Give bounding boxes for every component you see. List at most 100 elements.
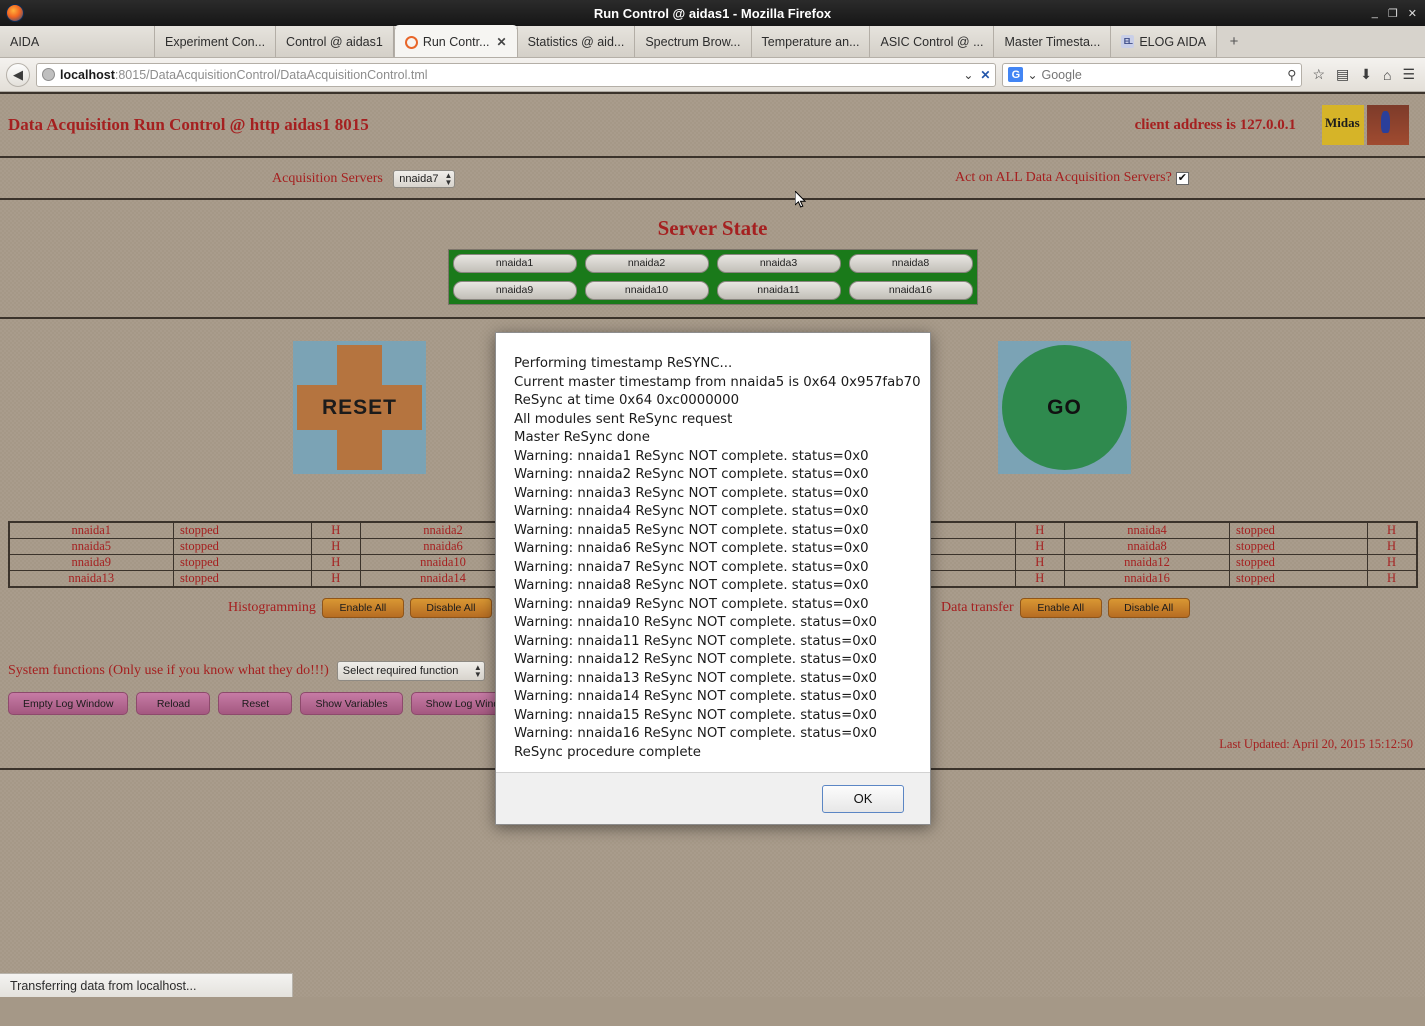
close-icon[interactable]: ✕ — [497, 35, 507, 49]
histogramming-enable-all-button[interactable]: Enable All — [322, 598, 404, 618]
dialog-line: Warning: nnaida10 ReSync NOT complete. s… — [514, 614, 930, 633]
firefox-icon — [405, 36, 418, 49]
node-state: stopped — [174, 522, 312, 539]
node-h: H — [1367, 571, 1417, 588]
globe-icon — [42, 68, 55, 81]
data-transfer-enable-all-button[interactable]: Enable All — [1020, 598, 1102, 618]
search-input[interactable] — [1042, 68, 1284, 82]
node-state: stopped — [1230, 522, 1368, 539]
dialog-line: Performing timestamp ReSYNC... — [514, 355, 930, 374]
node-cell: nnaida10 — [581, 277, 713, 304]
reload-button[interactable]: Reload — [136, 692, 210, 715]
empty-log-window-button[interactable]: Empty Log Window — [8, 692, 128, 715]
status-bar-text: Transferring data from localhost... — [10, 979, 196, 993]
act-on-all-checkbox[interactable]: ✔ — [1176, 172, 1189, 185]
tab-master-timestamp[interactable]: Master Timesta... — [994, 26, 1111, 57]
url-host: localhost — [60, 68, 115, 82]
tab-control-aidas1[interactable]: Control @ aidas1 — [276, 26, 394, 57]
new-tab-button[interactable]: + — [1217, 26, 1251, 57]
tab-label: ELOG AIDA — [1139, 35, 1206, 49]
node-button[interactable]: nnaida1 — [453, 254, 577, 273]
chevron-updown-icon[interactable]: ▲▼ — [444, 172, 452, 186]
node-button[interactable]: nnaida3 — [717, 254, 841, 273]
back-icon[interactable]: ◀ — [6, 63, 30, 87]
system-function-select[interactable]: Select required function ▲▼ — [337, 661, 485, 681]
node-h: H — [1367, 522, 1417, 539]
tab-asic-control[interactable]: ASIC Control @ ... — [870, 26, 994, 57]
node-button[interactable]: nnaida9 — [453, 281, 577, 300]
grid-divider — [0, 317, 1425, 319]
minimize-button[interactable]: _ — [1372, 7, 1378, 20]
chevron-updown-icon[interactable]: ▲▼ — [474, 664, 482, 678]
downloads-icon[interactable]: ⬇ — [1360, 66, 1372, 83]
url-bar[interactable]: localhost:8015/DataAcquisitionControl/Da… — [36, 63, 996, 87]
bookmark-star-icon[interactable]: ☆ — [1312, 66, 1325, 83]
node-button[interactable]: nnaida16 — [849, 281, 973, 300]
tab-run-control[interactable]: Run Contr... ✕ — [394, 25, 518, 57]
node-h: H — [311, 539, 361, 555]
node-cell: nnaida9 — [449, 277, 581, 304]
dialog-line: Warning: nnaida8 ReSync NOT complete. st… — [514, 577, 930, 596]
reader-view-icon[interactable]: ▤ — [1336, 66, 1349, 83]
tab-label: Experiment Con... — [165, 35, 265, 49]
node-name: nnaida1 — [9, 522, 174, 539]
tab-experiment-control[interactable]: Experiment Con... — [155, 26, 276, 57]
node-h: H — [311, 555, 361, 571]
node-name: nnaida5 — [9, 539, 174, 555]
histogramming-disable-all-button[interactable]: Disable All — [410, 598, 492, 618]
dialog-line: Warning: nnaida9 ReSync NOT complete. st… — [514, 596, 930, 615]
tab-statistics[interactable]: Statistics @ aid... — [518, 26, 636, 57]
ok-button[interactable]: OK — [822, 785, 904, 813]
stop-icon[interactable]: ✕ — [980, 68, 990, 82]
tab-temperature[interactable]: Temperature an... — [752, 26, 871, 57]
node-state: stopped — [174, 539, 312, 555]
go-button[interactable]: GO — [998, 341, 1131, 474]
dialog-line: ReSync procedure complete — [514, 744, 930, 763]
tab-spectrum-browser[interactable]: Spectrum Brow... — [635, 26, 751, 57]
act-on-all-label: Act on ALL Data Acquisition Servers? — [955, 170, 1172, 186]
act-on-all-group: Act on ALL Data Acquisition Servers? ✔ — [955, 170, 1189, 186]
dialog-line: Master ReSync done — [514, 429, 930, 448]
node-name: nnaida9 — [9, 555, 174, 571]
url-text: localhost:8015/DataAcquisitionControl/Da… — [60, 68, 428, 82]
go-label: GO — [1047, 396, 1082, 420]
node-state: stopped — [1230, 571, 1368, 588]
menu-icon[interactable]: ☰ — [1402, 66, 1415, 83]
tab-label: AIDA — [10, 35, 39, 49]
page-title: Data Acquisition Run Control @ http aida… — [8, 115, 369, 135]
tcl-logo-icon — [1367, 105, 1409, 145]
acquisition-servers-select[interactable]: nnaida7 ▲▼ — [393, 170, 455, 188]
reset-button[interactable]: RESET — [293, 341, 426, 474]
data-transfer-disable-all-button[interactable]: Disable All — [1108, 598, 1190, 618]
node-button[interactable]: nnaida11 — [717, 281, 841, 300]
chevron-down-icon[interactable]: ⌄ — [963, 68, 973, 82]
node-cell: nnaida2 — [581, 250, 713, 277]
dialog-line: Warning: nnaida14 ReSync NOT complete. s… — [514, 688, 930, 707]
window-titlebar: Run Control @ aidas1 - Mozilla Firefox _… — [0, 0, 1425, 26]
google-icon: G — [1008, 67, 1023, 82]
dialog-line: All modules sent ReSync request — [514, 411, 930, 430]
tab-elog-aida[interactable]: EL ELOG AIDA — [1111, 26, 1217, 57]
dialog-message: Performing timestamp ReSYNC... Current m… — [496, 333, 930, 772]
chevron-down-icon[interactable]: ⌄ — [1027, 68, 1037, 82]
show-variables-button[interactable]: Show Variables — [300, 692, 402, 715]
maximize-button[interactable]: ❐ — [1388, 7, 1398, 20]
node-button[interactable]: nnaida8 — [849, 254, 973, 273]
node-name: nnaida12 — [1065, 555, 1230, 571]
node-state: stopped — [174, 571, 312, 588]
search-bar[interactable]: G ⌄ ⚲ — [1002, 63, 1302, 87]
close-button[interactable]: ✕ — [1408, 7, 1417, 20]
tab-label: Master Timesta... — [1004, 35, 1100, 49]
home-icon[interactable]: ⌂ — [1383, 67, 1391, 83]
node-button[interactable]: nnaida10 — [585, 281, 709, 300]
acquisition-servers-label: Acquisition Servers — [272, 171, 383, 186]
reset-system-button[interactable]: Reset — [218, 692, 292, 715]
go-circle-icon: GO — [1002, 345, 1127, 470]
search-go-icon[interactable]: ⚲ — [1287, 67, 1296, 82]
node-button[interactable]: nnaida2 — [585, 254, 709, 273]
selected-server: nnaida7 — [399, 173, 438, 185]
tab-aida[interactable]: AIDA — [0, 26, 155, 57]
node-state: stopped — [1230, 555, 1368, 571]
dialog-line: ReSync at time 0x64 0xc0000000 — [514, 392, 930, 411]
client-address: client address is 127.0.0.1 — [1135, 117, 1296, 134]
